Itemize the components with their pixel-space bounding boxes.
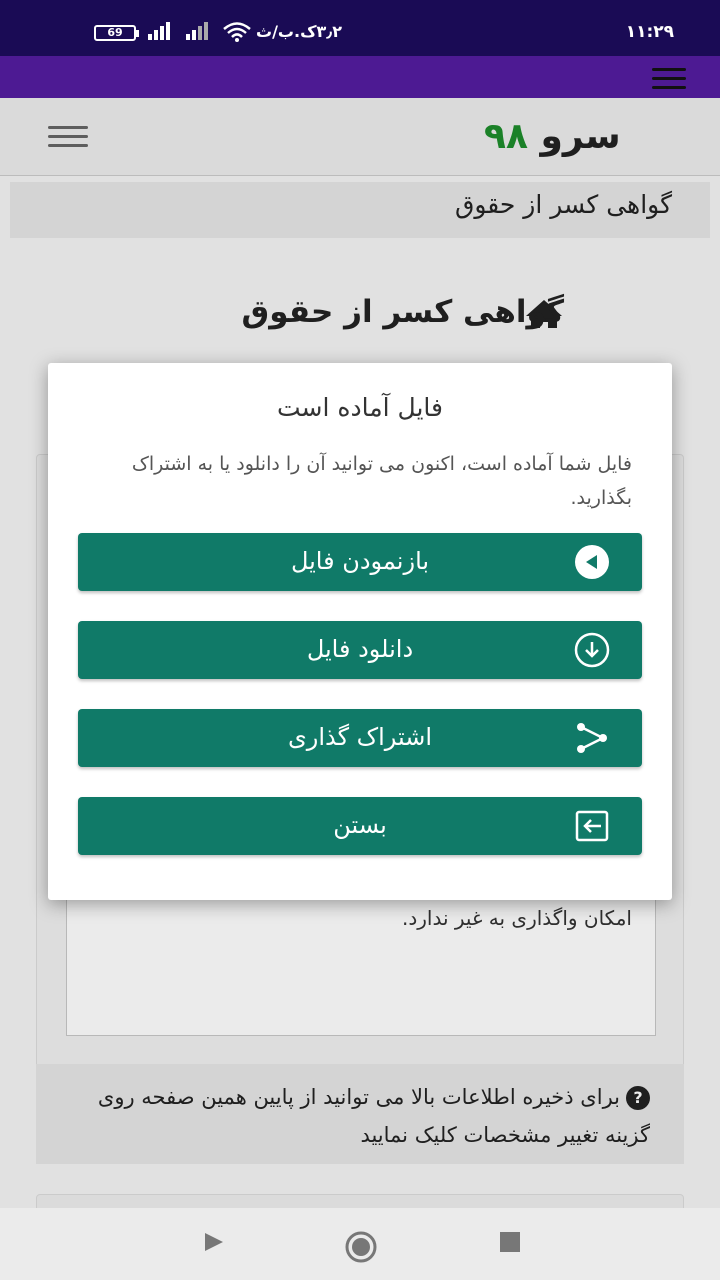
dialog-title: فایل آماده است (277, 393, 443, 422)
battery-indicator: 69 (94, 25, 139, 41)
share-label: اشتراک گذاری (287, 723, 433, 751)
network-speed: ۳٫۲ک.ب/ث (256, 22, 342, 41)
download-file-label: دانلود فایل (306, 635, 414, 663)
app-bar (0, 56, 720, 98)
wifi-icon (223, 22, 251, 42)
share-icon (577, 723, 607, 753)
download-file-button[interactable]: دانلود فایل (78, 621, 642, 679)
open-file-label: بازنمودن فایل (290, 547, 430, 575)
home-nav-icon[interactable] (344, 1230, 378, 1264)
dialog-message: فایل شما آماده است، اکنون می توانید آن ر… (131, 453, 632, 509)
download-icon (574, 632, 610, 668)
play-icon (575, 545, 609, 579)
signal-icon (148, 22, 170, 40)
back-nav-icon[interactable] (202, 1230, 226, 1254)
app-menu-hamburger-icon[interactable] (652, 68, 686, 95)
system-nav-bar (0, 1208, 720, 1280)
signal-2-icon (186, 22, 208, 40)
close-label: بستن (333, 811, 387, 839)
share-button[interactable]: اشتراک گذاری (78, 709, 642, 767)
status-bar: 69 ۳٫۲ک.ب/ث ۱۱:۲۹ (0, 0, 720, 56)
close-button[interactable]: بستن (78, 797, 642, 855)
open-file-button[interactable]: بازنمودن فایل (78, 533, 642, 591)
recents-nav-icon[interactable] (498, 1230, 522, 1254)
file-ready-dialog: فایل آماده است فایل شما آماده است، اکنون… (48, 363, 672, 900)
clock: ۱۱:۲۹ (625, 22, 674, 42)
exit-icon (575, 810, 609, 842)
